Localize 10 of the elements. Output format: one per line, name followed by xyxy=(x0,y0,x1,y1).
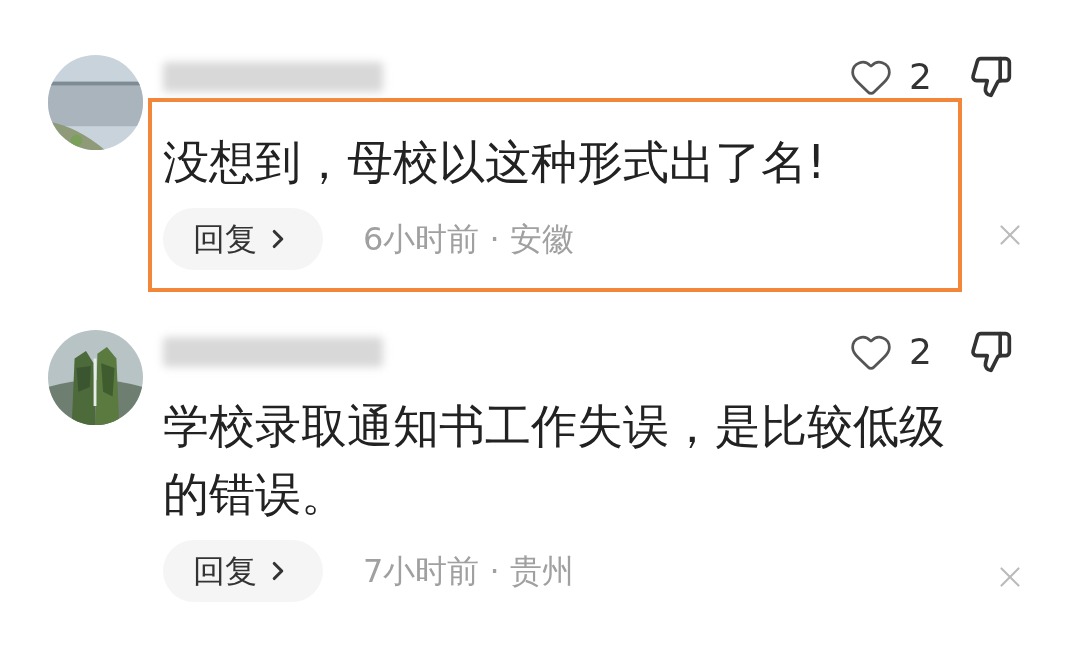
dislike-icon[interactable] xyxy=(969,329,1013,374)
comment-text: 没想到，母校以这种形式出了名! xyxy=(163,134,827,191)
like-count: 2 xyxy=(909,54,933,99)
dislike-icon[interactable] xyxy=(969,54,1013,99)
comment-text: 学校录取通知书工作失误，是比较低级的错误。 xyxy=(163,398,946,523)
like-count: 2 xyxy=(909,329,933,374)
comment-meta: 6小时前 · 安徽 xyxy=(363,219,574,260)
reply-button[interactable]: 回复 xyxy=(163,208,323,270)
comment-meta: 7小时前 · 贵州 xyxy=(363,551,574,592)
reply-button[interactable]: 回复 xyxy=(163,540,323,602)
